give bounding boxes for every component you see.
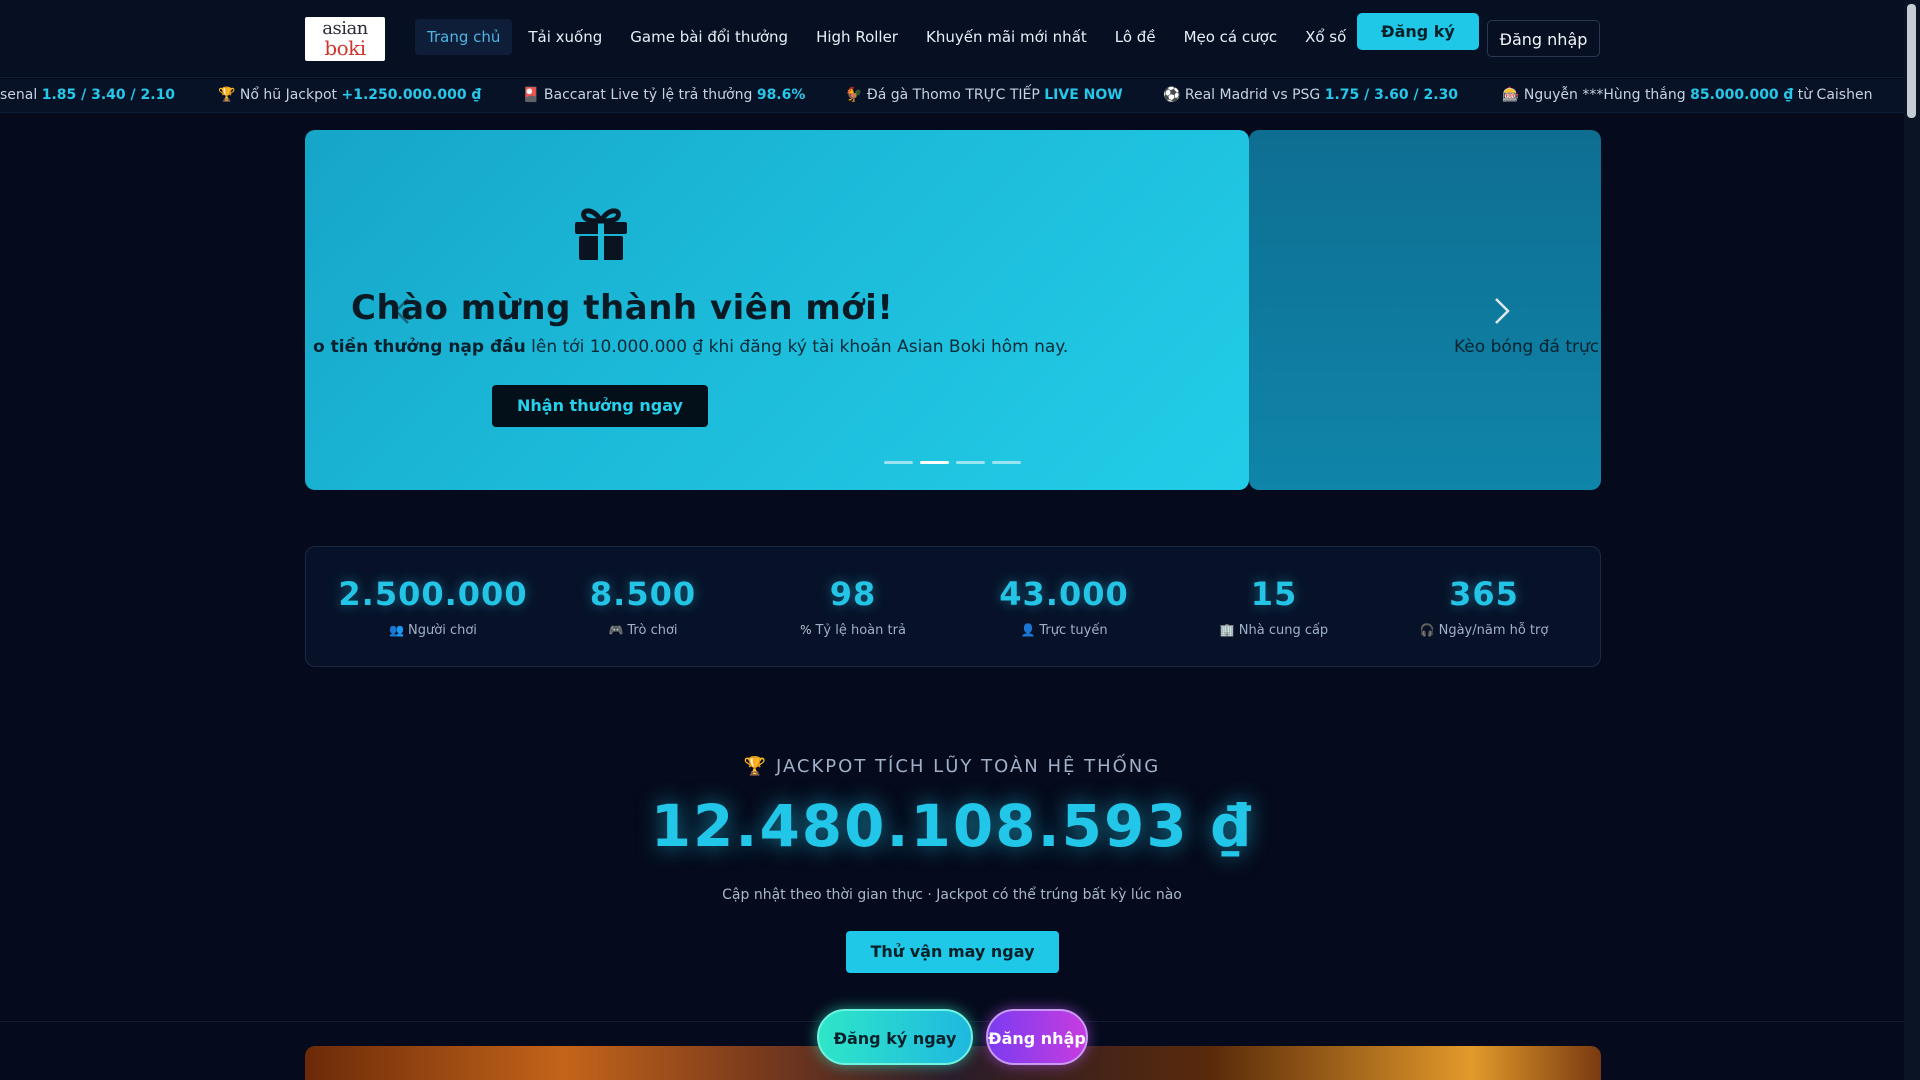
hero-title: Chào mừng thành viên mới! [351,288,894,328]
try-luck-button[interactable]: Thử vận may ngay [846,931,1059,973]
stat-label-text: Trò chơi [627,623,678,638]
ticker-highlight: LIVE NOW [1044,87,1123,103]
floating-login-button[interactable]: Đăng nhập [986,1009,1088,1065]
ticker-item[interactable]: 🐓 Đá gà Thomo TRỰC TIẾP LIVE NOW [845,87,1123,103]
nav-item-promotions[interactable]: Khuyến mãi mới nhất [914,19,1099,55]
stat-providers: 15 🏢 Nhà cung cấp [1169,575,1379,638]
ticker-item[interactable]: 🎴 Baccarat Live tỷ lệ trả thưởng 98.6% [522,87,805,103]
ticker-text: ⚽ Real Madrid vs PSG [1163,87,1325,103]
stat-value: 8.500 [589,575,697,613]
stat-label-text: Nhà cung cấp [1238,623,1329,638]
nav-item-betting-tips[interactable]: Mẹo cá cược [1172,19,1290,55]
stat-label: % Tỷ lệ hoàn trả [748,623,958,638]
building-icon: 🏢 [1219,623,1235,637]
ticker-item[interactable]: 🎰 Nguyễn ***Hùng thắng 85.000.000 ₫ từ C… [1502,87,1872,103]
slider-dot-active[interactable] [920,461,949,464]
ticker-item[interactable]: ⚽ Real Madrid vs PSG 1.75 / 3.60 / 2.30 [1163,87,1458,103]
ticker-text: senal [0,87,42,103]
stat-label-text: Tỷ lệ hoàn trả [815,623,906,638]
hero-slide-next[interactable]: Kèo bóng đá trực [1249,130,1601,490]
nav-item-high-roller[interactable]: High Roller [804,19,910,55]
jackpot-amount: 12.480.108.593 ₫ [650,792,1254,860]
ticker-text: 🏆 Nổ hũ Jackpot [218,87,342,103]
site-logo[interactable]: asian boki [305,17,385,61]
hero-subtitle-bold: tiền thưởng nạp đầu [330,337,526,357]
stat-label-text: Trực tuyến [1039,623,1108,638]
ticker-text: 🎴 Baccarat Live tỷ lệ trả thưởng [522,87,757,103]
stat-online: 43.000 👤 Trực tuyến [959,575,1169,638]
ticker-highlight: 85.000.000 ₫ [1690,87,1794,103]
floating-register-button[interactable]: Đăng ký ngay [817,1009,973,1065]
ticker-highlight: +1.250.000.000 ₫ [341,87,482,103]
claim-bonus-button[interactable]: Nhận thưởng ngay [492,385,708,427]
users-icon: 👥 [389,623,405,637]
ticker-text: 🐓 Đá gà Thomo TRỰC TIẾP [845,87,1045,103]
login-button[interactable]: Đăng nhập [1487,20,1600,57]
nav-item-lo-de[interactable]: Lô đề [1103,19,1168,55]
register-button[interactable]: Đăng ký [1357,13,1479,50]
user-online-icon: 👤 [1020,623,1036,637]
headset-icon: 🎧 [1419,623,1435,637]
stat-support: 365 🎧 Ngày/năm hỗ trợ [1379,575,1589,638]
stat-label: 👤 Trực tuyến [959,623,1169,638]
scrollbar-track[interactable] [1904,0,1920,1080]
stat-games: 8.500 🎮 Trò chơi [538,575,748,638]
slider-dot[interactable] [956,461,985,464]
stat-label: 👥 Người chơi [328,623,538,638]
stat-value: 43.000 [999,575,1129,613]
ticker-item[interactable]: senal 1.85 / 3.40 / 2.10 [0,87,175,103]
stat-value: 2.500.000 [338,575,528,613]
hero-subtitle-pre: o [313,337,331,357]
stat-label-text: Ngày/năm hỗ trợ [1438,623,1549,638]
slider-prev-icon[interactable] [393,296,411,326]
site-header: asian boki Trang chủ Tải xuống Game bài … [0,0,1904,78]
ticker-text-after: từ Caishen [1793,87,1873,103]
stat-value: 98 [829,575,877,613]
ticker-item[interactable]: 🏆 Nổ hũ Jackpot +1.250.000.000 ₫ [218,87,481,103]
gift-icon [575,208,627,260]
hero-subtitle-rest: lên tới 10.000.000 ₫ khi đăng ký tài kho… [525,337,1069,357]
stat-label: 🎮 Trò chơi [538,623,748,638]
stat-label: 🏢 Nhà cung cấp [1169,623,1379,638]
slider-next-icon[interactable] [1493,296,1511,326]
hero-subtitle: o tiền thưởng nạp đầu lên tới 10.000.000… [313,337,1068,357]
stats-panel: 2.500.000 👥 Người chơi 8.500 🎮 Trò chơi 98… [305,546,1601,667]
slider-dot[interactable] [884,461,913,464]
nav-item-lottery[interactable]: Xổ số [1293,19,1358,55]
stat-label: 🎧 Ngày/năm hỗ trợ [1379,623,1589,638]
stat-value: 365 [1449,575,1519,613]
ticker-highlight: 1.85 / 3.40 / 2.10 [41,87,176,103]
ticker-highlight: 98.6% [756,87,806,103]
logo-text-boki: boki [324,36,366,60]
ticker-highlight: 1.75 / 3.60 / 2.30 [1324,87,1459,103]
main-nav: Trang chủ Tải xuống Game bài đổi thưởng … [415,19,1362,55]
ticker-text: 🎰 Nguyễn ***Hùng thắng [1502,87,1691,103]
nav-item-home[interactable]: Trang chủ [415,19,513,55]
slider-dot[interactable] [992,461,1021,464]
stat-value: 15 [1250,575,1298,613]
slider-dots [884,461,1021,464]
nav-item-card-games[interactable]: Game bài đổi thưởng [618,19,800,55]
percent-icon: % [800,623,812,637]
gamepad-icon: 🎮 [608,623,624,637]
jackpot-title: 🏆 JACKPOT TÍCH LŨY TOÀN HỆ THỐNG [743,756,1161,777]
nav-item-download[interactable]: Tải xuống [516,19,614,55]
scrollbar-thumb[interactable] [1907,4,1916,118]
news-ticker: senal 1.85 / 3.40 / 2.10 🏆 Nổ hũ Jackpot… [0,79,1904,113]
jackpot-note: Cập nhật theo thời gian thực · Jackpot c… [722,887,1182,903]
next-slide-subtitle: Kèo bóng đá trực [1454,337,1600,357]
stat-label-text: Người chơi [408,623,477,638]
stat-players: 2.500.000 👥 Người chơi [328,575,538,638]
stat-return-rate: 98 % Tỷ lệ hoàn trả [748,575,958,638]
hero-slide-active: Chào mừng thành viên mới! o tiền thưởng … [305,130,1249,490]
